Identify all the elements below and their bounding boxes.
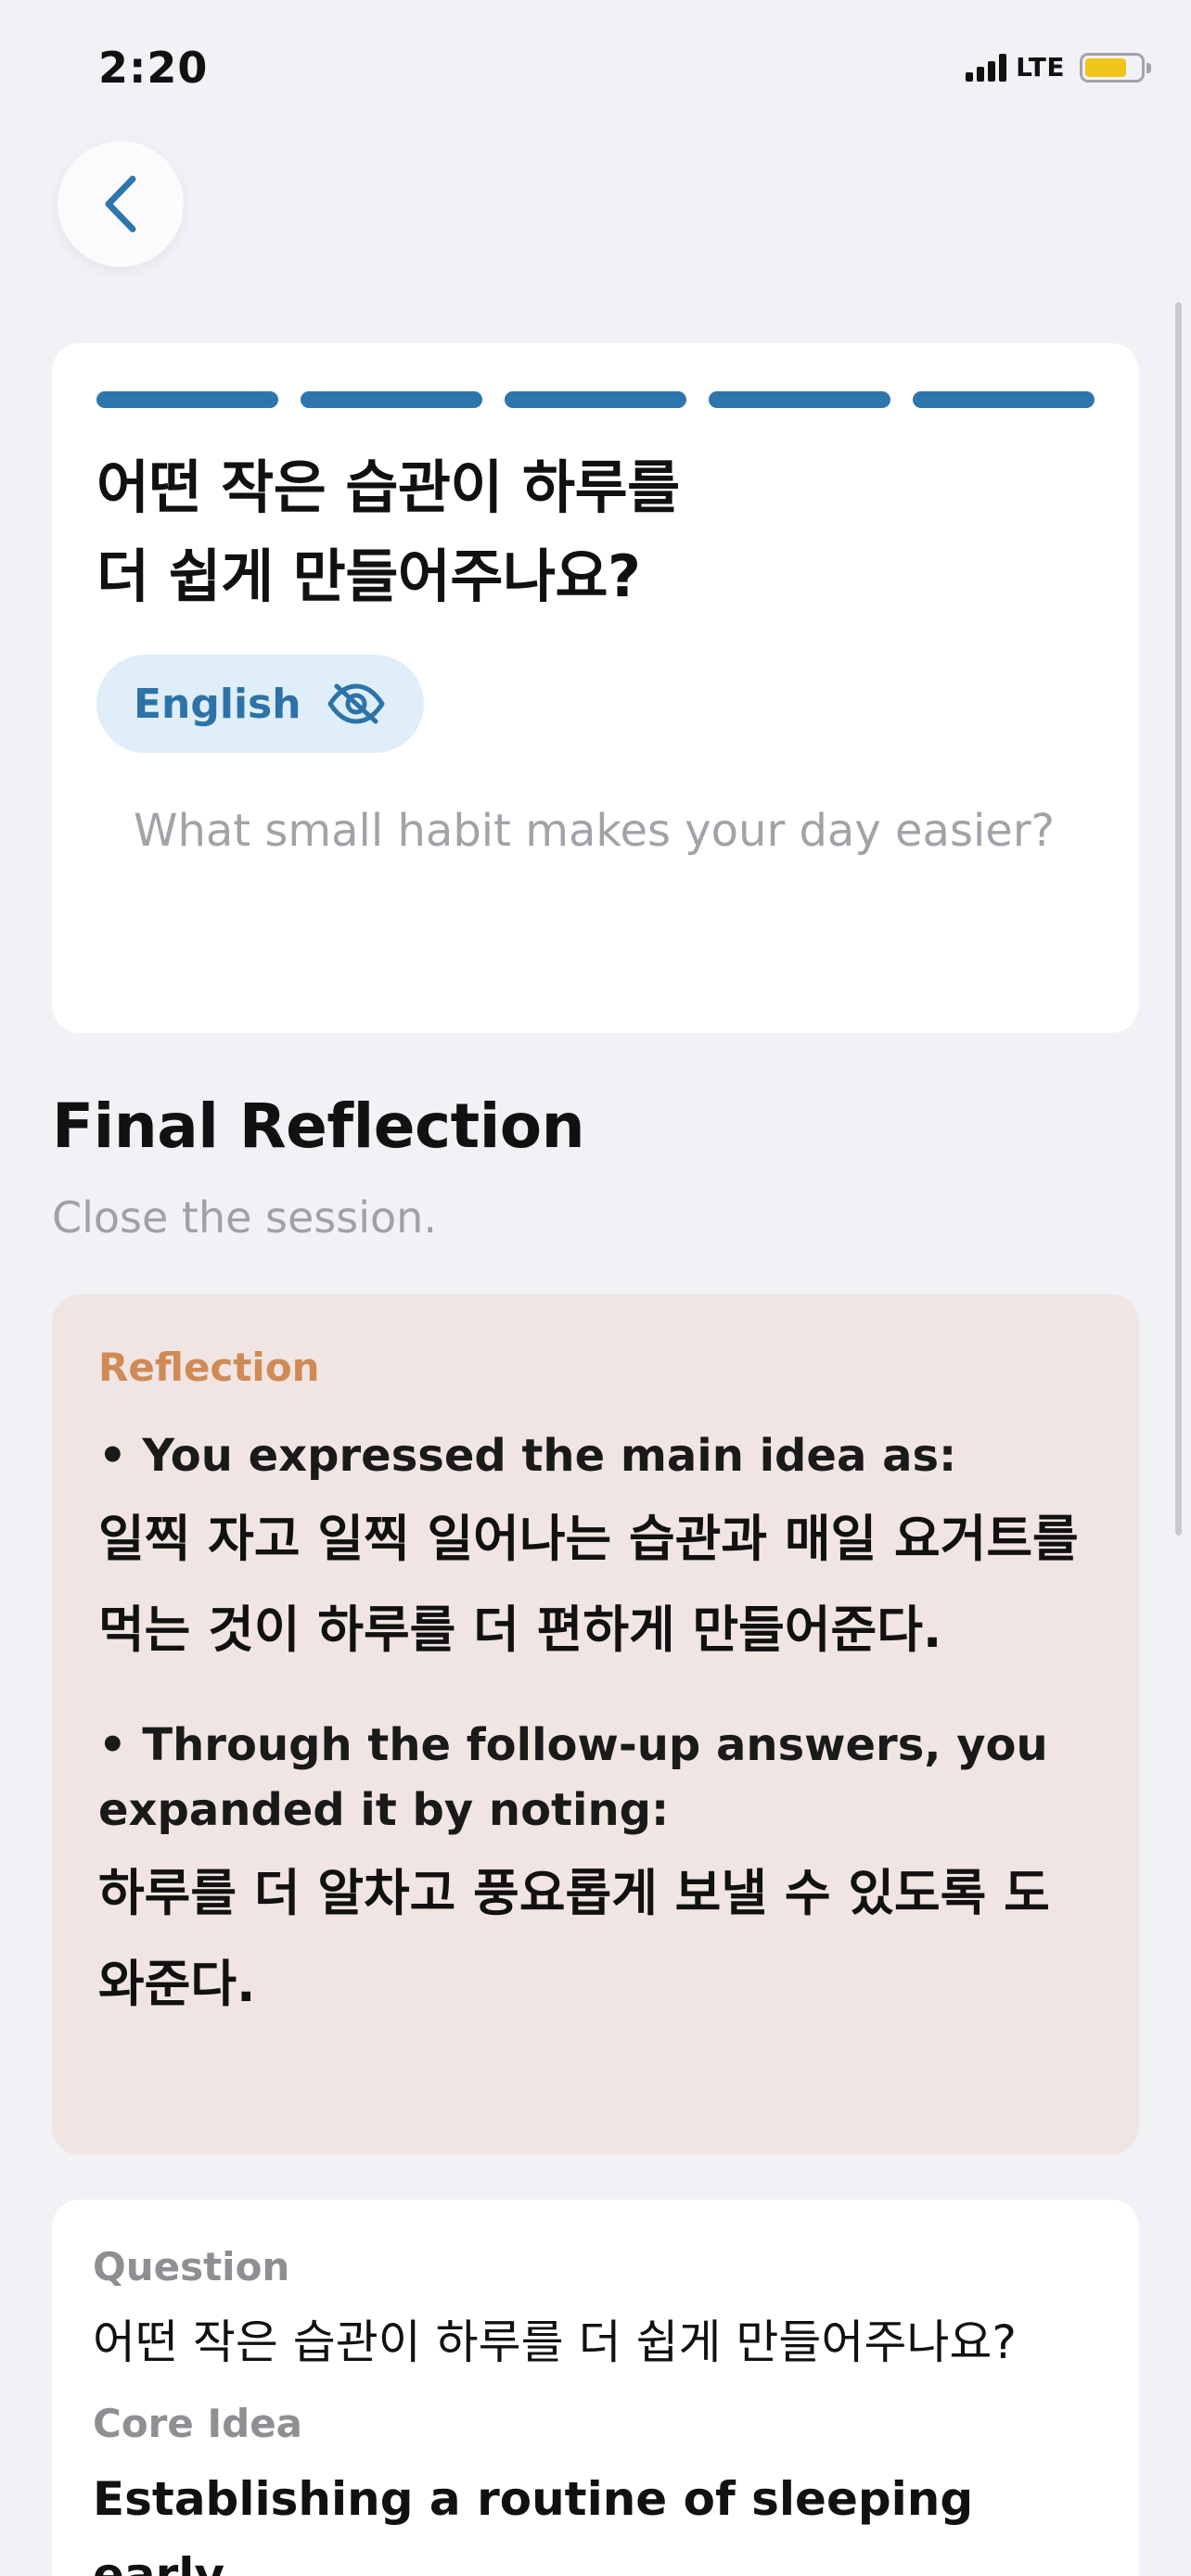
reflection-label: Reflection xyxy=(98,1345,320,1390)
question-card: 어떤 작은 습관이 하루를 더 쉽게 만들어주나요? English What … xyxy=(52,343,1139,1033)
progress-bar xyxy=(96,391,1095,408)
question-korean: 어떤 작은 습관이 하루를 더 쉽게 만들어주나요? xyxy=(96,443,1095,621)
summary-card: Question 어떤 작은 습관이 하루를 더 쉽게 만들어주나요? Core… xyxy=(52,2200,1139,2576)
progress-segment xyxy=(709,391,890,408)
core-idea-value: Establishing a routine of sleeping early xyxy=(93,2472,974,2576)
status-indicators: LTE xyxy=(966,52,1151,83)
main-idea-korean: 일찍 자고 일찍 일어나는 습관과 매일 요거트를 먹는 것이 하루를 더 편하… xyxy=(98,1510,1079,1659)
status-time: 2:20 xyxy=(98,43,209,93)
scrollbar[interactable] xyxy=(1175,302,1182,1536)
progress-segment xyxy=(301,391,482,408)
reflection-bullet-expansion: • Through the follow-up answers, you exp… xyxy=(98,1719,1048,1836)
expansion-korean: 하루를 더 알차고 풍요롭게 보낼 수 있도록 도와준다. xyxy=(98,1864,1050,2013)
signal-strength-icon xyxy=(966,53,1007,82)
core-idea-label: Core Idea xyxy=(93,2401,303,2446)
network-type: LTE xyxy=(1016,52,1065,83)
screen: 2:20 LTE 어떤 작은 습관이 하루를 더 쉽게 만들어주나요? Engl… xyxy=(0,0,1191,2576)
section-subtitle: Close the session. xyxy=(52,1192,437,1243)
question-label: Question xyxy=(93,2244,290,2289)
question-korean-line-1: 어떤 작은 습관이 하루를 xyxy=(96,453,680,521)
question-english: What small habit makes your day easier? xyxy=(134,805,1056,857)
reflection-bullet-main-idea: • You expressed the main idea as: xyxy=(98,1430,957,1482)
eye-slash-icon xyxy=(327,683,385,724)
reflection-card: Reflection • You expressed the main idea… xyxy=(52,1294,1139,2155)
section-title: Final Reflection xyxy=(52,1090,585,1162)
progress-segment xyxy=(913,391,1095,408)
progress-segment xyxy=(96,391,278,408)
progress-segment xyxy=(505,391,686,408)
english-translation-toggle[interactable]: English xyxy=(96,655,424,753)
language-chip-label: English xyxy=(134,680,301,728)
chevron-left-icon xyxy=(105,175,136,233)
back-button[interactable] xyxy=(58,141,184,267)
question-korean-line-2: 더 쉽게 만들어주나요? xyxy=(96,542,641,610)
question-value: 어떤 작은 습관이 하루를 더 쉽게 만들어주나요? xyxy=(93,2315,1017,2369)
battery-icon xyxy=(1080,52,1151,83)
